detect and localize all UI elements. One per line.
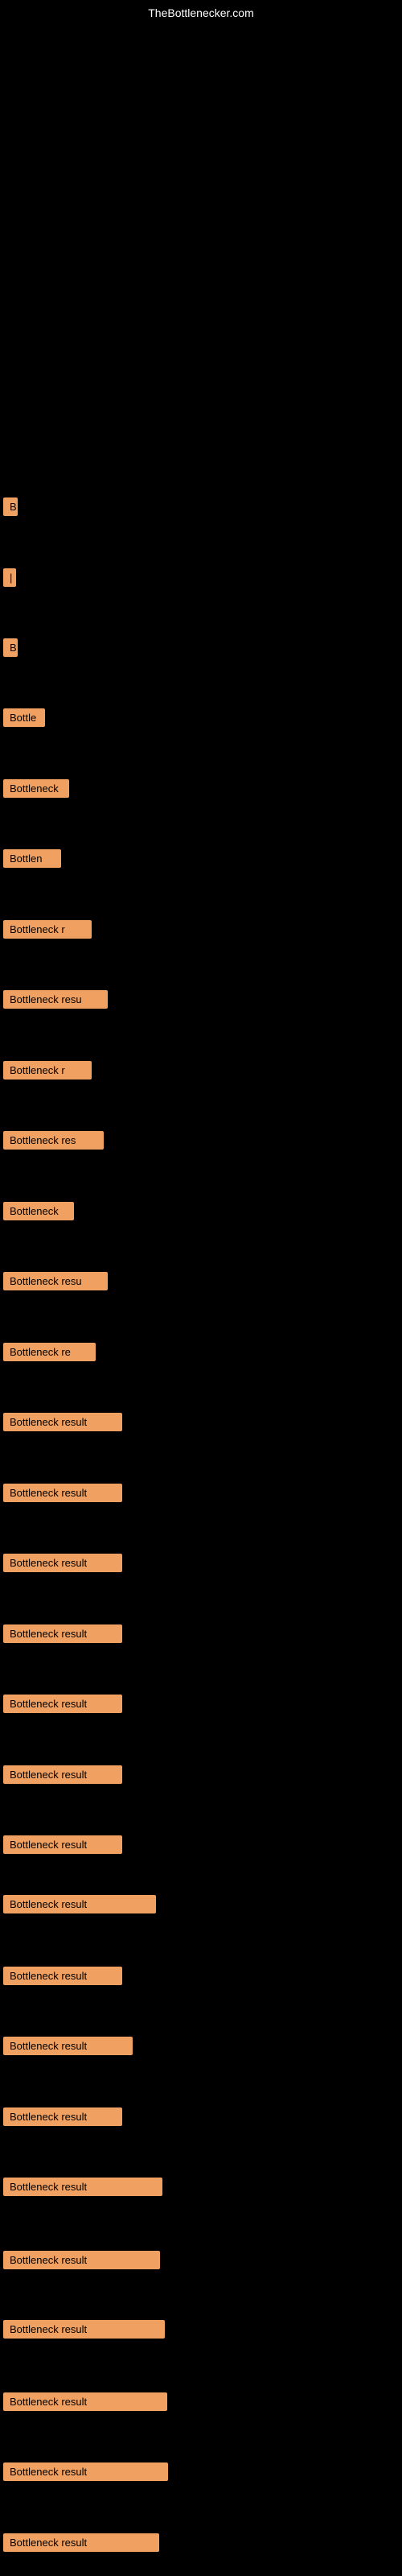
- bottleneck-result-item[interactable]: Bottleneck: [3, 779, 69, 798]
- bottleneck-result-item[interactable]: Bottleneck result: [3, 2107, 122, 2126]
- bottleneck-result-item[interactable]: Bottleneck result: [3, 2392, 167, 2411]
- bottleneck-result-item[interactable]: Bottleneck result: [3, 1895, 156, 1913]
- bottleneck-result-item[interactable]: Bottleneck result: [3, 1835, 122, 1854]
- bottleneck-result-item[interactable]: Bottle: [3, 708, 45, 727]
- bottleneck-result-item[interactable]: Bottleneck res: [3, 1131, 104, 1150]
- bottleneck-result-item[interactable]: Bottleneck result: [3, 1967, 122, 1985]
- bottleneck-result-item[interactable]: Bottleneck result: [3, 2251, 160, 2269]
- bottleneck-result-item[interactable]: B: [3, 638, 18, 657]
- bottleneck-result-item[interactable]: Bottleneck r: [3, 920, 92, 939]
- bottleneck-result-item[interactable]: Bottlen: [3, 849, 61, 868]
- bottleneck-result-item[interactable]: Bottleneck re: [3, 1343, 96, 1361]
- bottleneck-result-item[interactable]: Bottleneck resu: [3, 990, 108, 1009]
- bottleneck-result-item[interactable]: Bottleneck result: [3, 2320, 165, 2339]
- bottleneck-result-item[interactable]: Bottleneck result: [3, 1695, 122, 1713]
- bottleneck-result-item[interactable]: Bottleneck r: [3, 1061, 92, 1080]
- bottleneck-result-item[interactable]: Bottleneck result: [3, 2533, 159, 2552]
- site-title: TheBottlenecker.com: [148, 6, 254, 19]
- bottleneck-result-item[interactable]: Bottleneck result: [3, 2178, 162, 2196]
- bottleneck-result-item[interactable]: Bottleneck result: [3, 2462, 168, 2481]
- bottleneck-result-item[interactable]: Bottleneck: [3, 1202, 74, 1220]
- bottleneck-result-item[interactable]: Bottleneck result: [3, 1624, 122, 1643]
- bottleneck-result-item[interactable]: Bottleneck result: [3, 2037, 133, 2055]
- bottleneck-result-item[interactable]: B: [3, 497, 18, 516]
- bottleneck-result-item[interactable]: Bottleneck result: [3, 1554, 122, 1572]
- bottleneck-result-item[interactable]: Bottleneck result: [3, 1413, 122, 1431]
- bottleneck-result-item[interactable]: |: [3, 568, 16, 587]
- bottleneck-result-item[interactable]: Bottleneck result: [3, 1484, 122, 1502]
- bottleneck-result-item[interactable]: Bottleneck resu: [3, 1272, 108, 1290]
- bottleneck-result-item[interactable]: Bottleneck result: [3, 1765, 122, 1784]
